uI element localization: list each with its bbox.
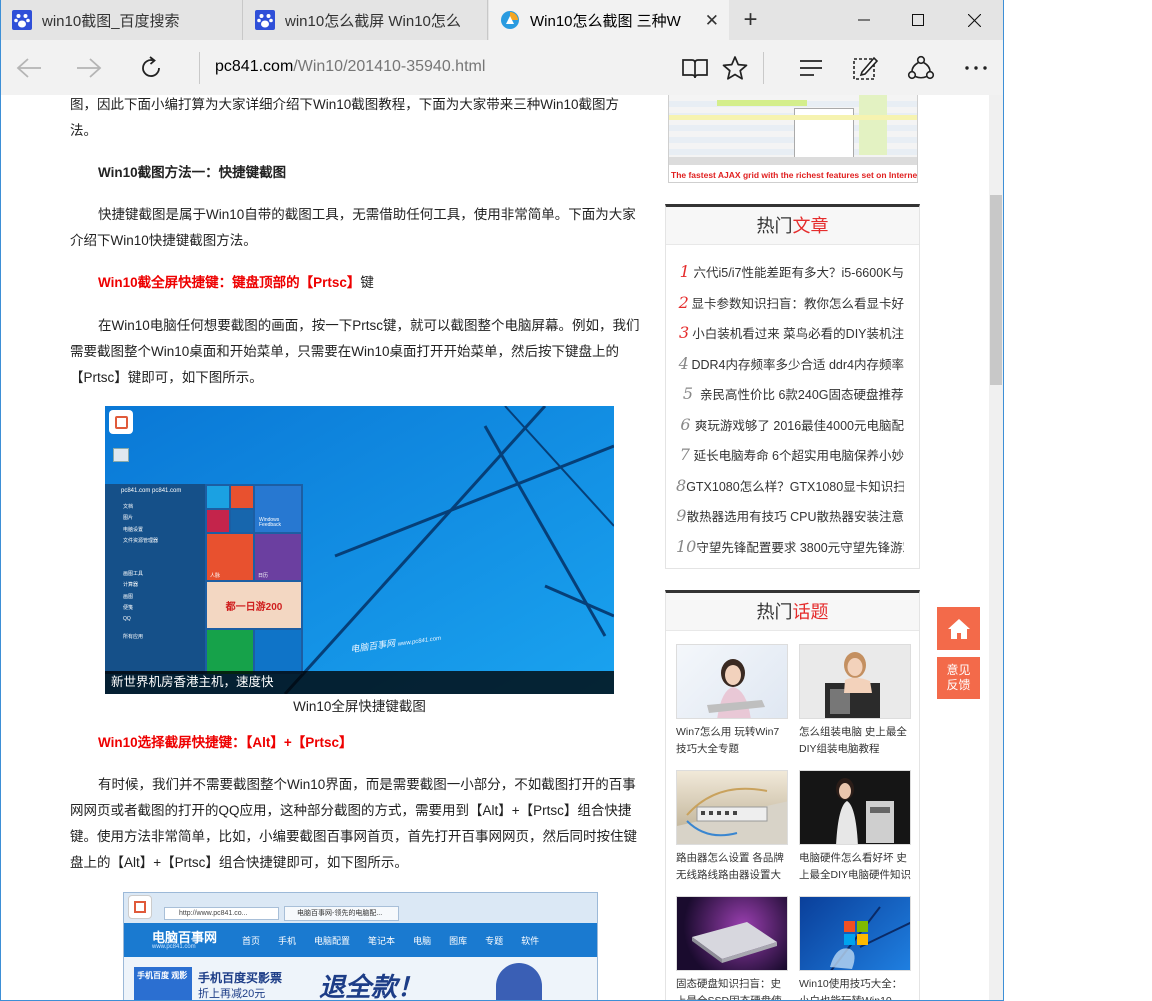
back-arrow-icon[interactable]	[9, 48, 49, 88]
topic-image	[676, 896, 788, 971]
topic-image	[799, 644, 911, 719]
hot-article-item[interactable]: 2 显卡参数知识扫盲：教你怎么看显卡好	[676, 287, 904, 317]
desktop-app-icon	[109, 410, 133, 434]
topic-text: 电脑硬件怎么看好坏 史上最全DIY电脑硬件知识	[799, 852, 911, 881]
share-icon[interactable]	[901, 48, 941, 88]
close-icon[interactable]	[949, 0, 999, 40]
topic-text: 怎么组装电脑 史上最全DIY组装电脑教程	[799, 726, 907, 755]
tab-win10-screenshot[interactable]: win10怎么截屏 Win10怎么	[244, 0, 488, 40]
hot-article-item[interactable]: 10 守望先锋配置要求 3800元守望先锋游戏	[676, 531, 904, 561]
topic-text: 路由器怎么设置 各品牌无线路线路由器设置大全	[676, 852, 784, 881]
hot-topics-panel: 热门话题 Win7怎么用 玩转Win7技巧大全专题 怎么组装电脑 史上最全DIY…	[665, 590, 920, 1001]
start-menu-items: 文档 图片 电脑设置 文件资源管理器 画图工具 计算器 画图 便笺 QQ 所有应…	[123, 504, 159, 640]
tab-title: Win10怎么截图 三种W	[530, 12, 681, 30]
topic-text: 固态硬盘知识扫盲：史上最全SSD固态硬盘使用	[676, 978, 782, 1001]
image1-caption: Win10全屏快捷键截图	[293, 699, 426, 714]
fullscreen-heading-suffix: 键	[360, 275, 374, 290]
scrollbar-thumb[interactable]	[990, 195, 1002, 385]
intro-line: 法。	[70, 123, 97, 138]
web-note-icon[interactable]	[845, 48, 885, 88]
hot-article-item[interactable]: 5 亲民高性价比 6款240G固态硬盘推荐	[676, 378, 904, 408]
topic-image	[676, 770, 788, 845]
plus-icon[interactable]: +	[728, 0, 773, 40]
hot-topics-title: 热门话题	[666, 593, 919, 631]
tab-title: win10截图_百度搜索	[42, 12, 180, 30]
url-path: /Win10/201410-35940.html	[293, 58, 486, 75]
start-menu: pc841.com pc841.com 文档 图片 电脑设置 文件资源管理器 画…	[105, 484, 303, 674]
tile-banner: 都一日游200	[207, 582, 301, 628]
hot-article-item[interactable]: 7 延长电脑寿命 6个超实用电脑保养小妙	[676, 439, 904, 469]
topic-image	[799, 896, 911, 971]
baidu-paw-icon	[255, 10, 275, 30]
win10-fullscreen-screenshot: pc841.com pc841.com 文档 图片 电脑设置 文件资源管理器 画…	[105, 406, 614, 694]
topic-text: Win7怎么用 玩转Win7技巧大全专题	[676, 726, 780, 755]
hot-article-item[interactable]: 6 爽玩游戏够了 2016最佳4000元电脑配	[676, 409, 904, 439]
intro-line: 图，因此下面小编打算为大家详细介绍下Win10截图教程，下面为大家带来三种Win…	[70, 97, 620, 112]
fullscreen-heading: Win10截全屏快捷键：键盘顶部的【Prtsc】键	[70, 270, 645, 296]
method1-title: Win10截图方法一：快捷键截图	[98, 165, 287, 180]
topic-card[interactable]: Win7怎么用 玩转Win7技巧大全专题	[676, 644, 788, 758]
topic-card[interactable]: 路由器怎么设置 各品牌无线路线路由器设置大全	[676, 770, 788, 884]
refresh-icon[interactable]	[131, 48, 171, 88]
tab-current[interactable]: Win10怎么截图 三种W ✕	[489, 0, 729, 40]
topic-card[interactable]: 固态硬盘知识扫盲：史上最全SSD固态硬盘使用	[676, 896, 788, 1001]
topic-image	[799, 770, 911, 845]
maximize-icon[interactable]	[893, 0, 943, 40]
topic-image	[676, 644, 788, 719]
favorite-star-icon[interactable]	[715, 48, 755, 88]
browser-window: win10截图_百度搜索 win10怎么截屏 Win10怎么 Win10怎么截图…	[0, 0, 1004, 1001]
address-bar: pc841.com/Win10/201410-35940.html	[1, 40, 1003, 95]
hot-articles-title: 热门文章	[666, 207, 919, 245]
computer-icon	[113, 448, 129, 462]
page-scrollbar[interactable]	[989, 95, 1003, 1000]
ad-caption: The fastest AJAX grid with the richest f…	[671, 170, 918, 180]
mini-address: http://www.pc841.co...	[164, 907, 279, 920]
url-field[interactable]: pc841.com/Win10/201410-35940.html	[215, 58, 485, 76]
select-desc: 有时候，我们并不需要截图整个Win10界面，而是需要截图一小部分，不如截图打开的…	[70, 777, 637, 870]
browser-screenshot: http://www.pc841.co... 电脑百事网-领先的电脑配... 电…	[123, 892, 598, 1000]
mini-ad-banner: 手机百度 观影 手机百度买影票 折上再减20元 退全款！	[124, 957, 597, 1000]
hub-icon[interactable]	[791, 48, 831, 88]
select-heading: Win10选择截屏快捷键：【Alt】+【Prtsc】	[98, 735, 353, 750]
reading-view-icon[interactable]	[675, 48, 715, 88]
url-host: pc841.com	[215, 58, 294, 75]
method1-desc: 快捷键截图是属于Win10自带的截图工具，无需借助任何工具，使用非常简单。下面为…	[70, 207, 636, 248]
fullscreen-desc: 在Win10电脑任何想要截图的画面，按一下Prtsc键，就可以截图整个电脑屏幕。…	[70, 318, 640, 385]
forward-arrow-icon[interactable]	[69, 48, 109, 88]
mini-tab: 电脑百事网-领先的电脑配...	[284, 906, 399, 921]
hot-article-item[interactable]: 3 小白装机看过来 菜鸟必看的DIY装机注	[676, 317, 904, 347]
image-overlay-caption: 新世界机房香港主机，速度快	[105, 671, 614, 694]
close-tab-icon[interactable]: ✕	[705, 11, 719, 31]
baidu-paw-icon	[12, 10, 32, 30]
tab-title: win10怎么截屏 Win10怎么	[285, 12, 461, 30]
page-content: 图，因此下面小编打算为大家详细介绍下Win10截图教程，下面为大家带来三种Win…	[1, 95, 989, 1001]
topic-card[interactable]: 电脑硬件怎么看好坏 史上最全DIY电脑硬件知识	[799, 770, 911, 884]
hot-article-item[interactable]: 4 DDR4内存频率多少合适 ddr4内存频率	[676, 348, 904, 378]
fullscreen-heading-text: Win10截全屏快捷键：键盘顶部的【Prtsc】	[98, 275, 361, 290]
home-icon	[947, 618, 970, 639]
topic-card[interactable]: Win10使用技巧大全：小白也能玩转Win10	[799, 896, 911, 1001]
tab-baidu-search[interactable]: win10截图_百度搜索	[1, 0, 243, 40]
more-icon[interactable]	[956, 48, 996, 88]
topic-text: Win10使用技巧大全：小白也能玩转Win10	[799, 978, 903, 1001]
mini-site-header: 电脑百事网 www.pc841.com 首页 手机 电脑配置 笔记本 电脑 图库 专题 软件	[124, 923, 597, 957]
hot-article-item[interactable]: 1 六代i5/i7性能差距有多大？i5-6600K与	[676, 256, 904, 286]
article-intro: 图，因此下面小编打算为大家详细介绍下Win10截图教程，下面为大家带来三种Win…	[70, 95, 645, 144]
hot-article-item[interactable]: 8 GTX1080怎么样？GTX1080显卡知识扫	[676, 470, 904, 500]
minimize-icon[interactable]	[839, 0, 889, 40]
home-button[interactable]	[937, 607, 980, 650]
tab-bar: win10截图_百度搜索 win10怎么截屏 Win10怎么 Win10怎么截图…	[1, 0, 1003, 40]
ad-grid-screenshot[interactable]: The fastest AJAX grid with the richest f…	[668, 95, 918, 183]
feedback-button[interactable]: 意见反馈	[937, 657, 980, 699]
start-user: pc841.com pc841.com	[121, 488, 182, 494]
hot-article-item[interactable]: 9 散热器选用有技巧 CPU散热器安装注意	[676, 500, 904, 530]
hot-articles-panel: 热门文章 1 六代i5/i7性能差距有多大？i5-6600K与 2 显卡参数知识扫盲…	[665, 204, 920, 569]
pc841-site-icon	[501, 11, 519, 29]
topic-card[interactable]: 怎么组装电脑 史上最全DIY组装电脑教程	[799, 644, 911, 758]
